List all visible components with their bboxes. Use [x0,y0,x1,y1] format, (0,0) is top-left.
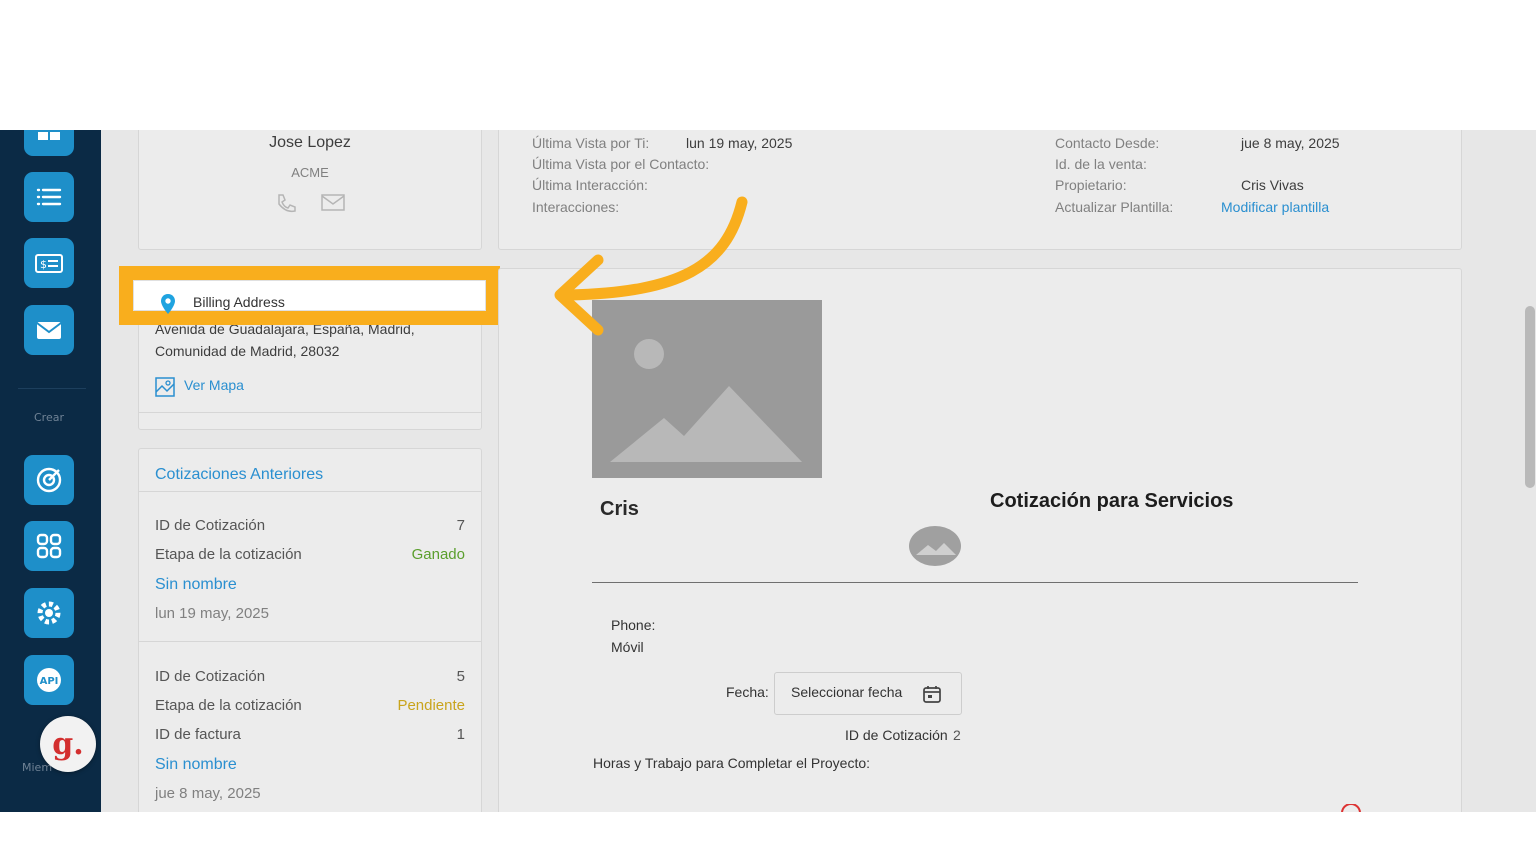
sidebar-mail-button[interactable] [24,305,74,355]
invoice-id-value: 1 [456,726,465,743]
quote-stage-label: Etapa de la cotización [155,697,302,714]
quote-stage-won-badge: Ganado [411,546,465,563]
modify-template-link[interactable]: Modificar plantilla [1221,199,1329,215]
contact-card: Jose Lopez ACME [138,130,482,250]
divider [139,412,481,413]
phone-icon[interactable] [274,192,298,216]
mail-icon [36,322,62,339]
svg-text:API: API [40,676,59,687]
api-icon: API [37,668,61,692]
sidebar-dashboard-button[interactable] [24,130,74,156]
quote-id-label: ID de Cotización [155,517,266,534]
target-icon [36,467,62,493]
sidebar-settings-button[interactable] [24,588,74,638]
billing-address-header[interactable]: Billing Address [133,280,486,314]
view-map-link[interactable]: Ver Mapa [184,377,244,393]
info-label: Última Vista por Ti: [532,135,650,151]
hours-label: Horas y Trabajo para Completar el Proyec… [593,755,871,771]
dashboard-icon [38,132,60,140]
billing-address-line2: Comunidad de Madrid, 28032 [155,343,340,359]
invoice-icon: $ [35,254,63,273]
phone-label: Phone: [611,617,656,633]
date-picker[interactable]: Seleccionar fecha [774,672,962,715]
sidebar-target-button[interactable] [24,455,74,505]
billing-address-title: Billing Address [193,294,285,310]
date-label: Fecha: [726,684,769,700]
document-company-name: Cris [600,498,639,520]
info-value: jue 8 may, 2025 [1241,135,1340,151]
document-title: Cotización para Servicios [990,490,1234,512]
sidebar-apps-button[interactable] [24,521,74,571]
quote-date: jue 8 may, 2025 [155,785,261,802]
sidebar-create-label: Crear [34,411,64,424]
quote-stage-pending-badge: Pendiente [397,697,465,714]
image-placeholder-icon [909,526,961,566]
info-label: Id. de la venta: [1055,156,1147,172]
pointer-arrow-icon [554,196,748,336]
sidebar-list-button[interactable] [24,172,74,222]
info-label: Última Vista por el Contacto: [532,156,710,172]
apps-grid-icon [36,533,62,559]
divider [139,641,481,642]
info-label: Propietario: [1055,177,1127,193]
page-scrollbar[interactable] [1525,306,1535,488]
quote-id-value: 5 [456,668,465,685]
quote-id-value: 7 [456,517,465,534]
sidebar-billing-button[interactable]: $ [24,238,74,288]
sidebar: $ Crear API Miem g. [0,130,101,812]
remove-icon[interactable] [1340,804,1362,812]
divider [139,491,481,492]
info-label: Actualizar Plantilla: [1055,199,1174,215]
info-label: Contacto Desde: [1055,135,1160,151]
quote-date: lun 19 may, 2025 [155,605,269,622]
quote-id-value: 2 [953,727,961,743]
quote-name-link[interactable]: Sin nombre [155,576,237,594]
map-icon[interactable] [155,377,175,397]
invoice-id-label: ID de factura [155,726,241,743]
location-pin-icon [161,294,175,314]
previous-quotes-title: Cotizaciones Anteriores [155,466,324,483]
date-picker-label: Seleccionar fecha [791,684,903,700]
quote-id-label: ID de Cotización [845,727,948,743]
list-icon [36,188,62,206]
sidebar-api-button[interactable]: API [24,655,74,705]
previous-quotes-card: Cotizaciones Anteriores ID de Cotización… [138,448,482,812]
calendar-icon [923,686,941,703]
sidebar-divider [18,388,86,389]
info-label: Última Interacción: [532,177,648,193]
mobile-label: Móvil [611,639,644,655]
contact-name: Jose Lopez [269,134,351,151]
app-viewport: $ Crear API Miem g. Jose Lopez ACME Últi… [0,130,1536,812]
info-value: lun 19 may, 2025 [686,135,793,151]
owner-value: Cris Vivas [1241,177,1304,193]
contact-company: ACME [291,165,329,180]
mail-icon[interactable] [321,193,345,213]
quote-name-link[interactable]: Sin nombre [155,756,237,774]
quote-id-label: ID de Cotización [155,668,266,685]
quote-stage-label: Etapa de la cotización [155,546,302,563]
billing-address-highlight: Billing Address [119,266,500,325]
gear-icon [37,601,61,625]
document-divider [592,582,1358,583]
svg-text:$: $ [40,258,47,271]
app-logo[interactable]: g. [40,716,96,772]
